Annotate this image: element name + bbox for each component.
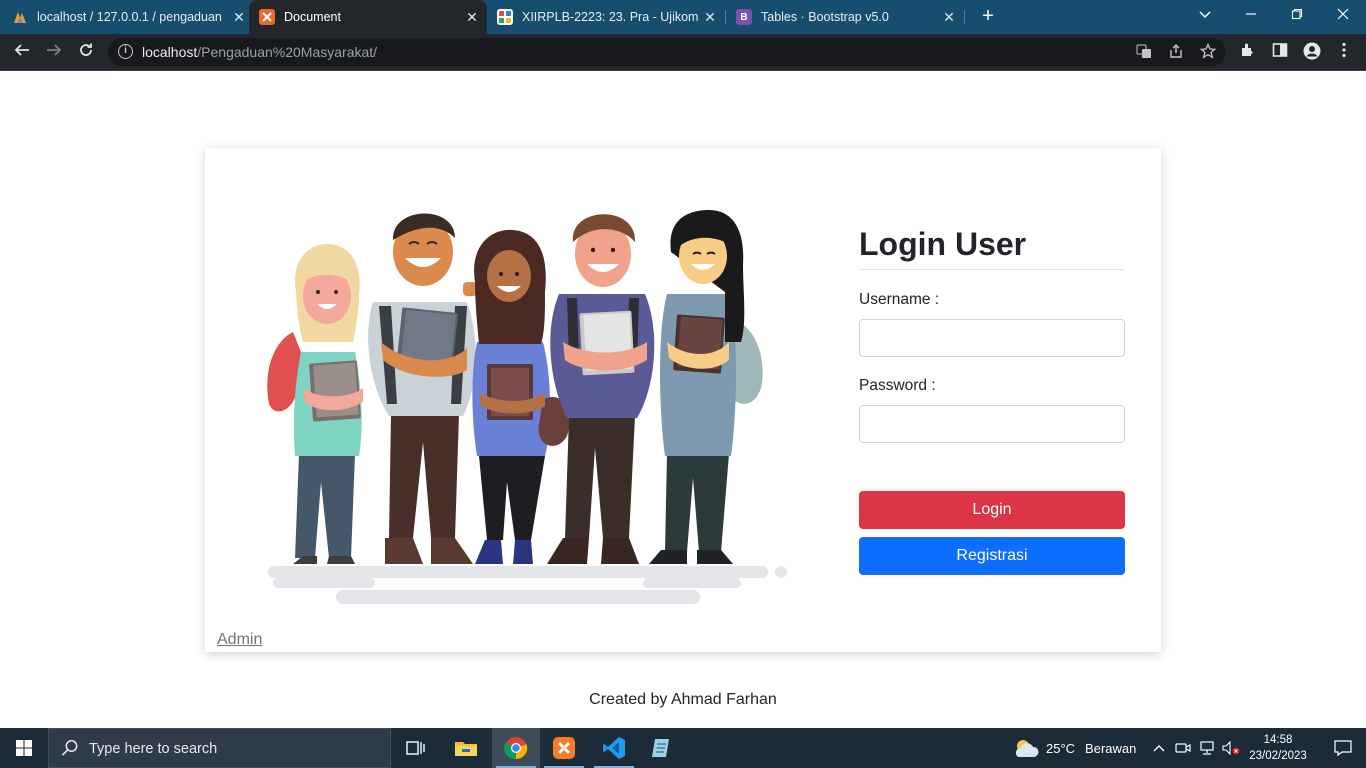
new-tab-button[interactable]: +	[976, 4, 1000, 28]
show-hidden-icons-button[interactable]	[1150, 728, 1168, 768]
bookmark-star-icon[interactable]	[1199, 42, 1217, 61]
tab-separator	[725, 10, 726, 24]
chevron-down-icon	[1199, 11, 1211, 19]
profile-icon[interactable]	[1302, 42, 1322, 62]
vscode-icon[interactable]	[590, 728, 638, 768]
restore-icon	[1291, 8, 1303, 20]
password-label: Password :	[859, 377, 936, 394]
search-placeholder: Type here to search	[89, 741, 218, 757]
taskbar-search[interactable]: Type here to search	[48, 728, 391, 768]
browser-toolbar: i localhost/Pengaduan%20Masyarakat/	[0, 34, 1366, 71]
tab-phpmyadmin[interactable]: localhost / 127.0.0.1 / pengaduan ✕	[12, 0, 248, 34]
arrow-right-icon	[47, 44, 62, 56]
address-bar[interactable]: i localhost/Pengaduan%20Masyarakat/	[108, 38, 1226, 66]
site-info-icon[interactable]: i	[118, 44, 133, 59]
tab-search-button[interactable]	[1182, 0, 1228, 32]
cloudy-weather-icon	[1015, 740, 1039, 757]
students-illustration	[267, 210, 787, 604]
tab-title: Document	[284, 10, 341, 24]
bootstrap-icon: B	[736, 9, 752, 25]
meet-now-icon[interactable]	[1174, 728, 1192, 768]
username-label: Username :	[859, 291, 940, 308]
system-clock[interactable]: 14:58 23/02/2023	[1236, 732, 1320, 764]
tab-separator	[964, 10, 965, 24]
close-window-button[interactable]	[1320, 0, 1366, 32]
chrome-icon[interactable]	[492, 728, 540, 768]
tab-moodle[interactable]: XIIRPLB-2223: 23. Pra - Ujikom 12 ✕	[497, 0, 719, 34]
admin-link[interactable]: Admin	[217, 631, 262, 649]
close-tab-icon[interactable]: ✕	[701, 9, 719, 26]
start-button[interactable]	[0, 728, 48, 768]
login-button[interactable]: Login	[859, 491, 1125, 529]
tab-title: XIIRPLB-2223: 23. Pra - Ujikom 12	[522, 10, 701, 24]
browser-tab-strip: localhost / 127.0.0.1 / pengaduan ✕ Docu…	[0, 0, 1366, 34]
close-tab-icon[interactable]: ✕	[230, 9, 248, 26]
password-input[interactable]	[859, 405, 1125, 443]
url-path: /Pengaduan%20Masyarakat/	[197, 44, 378, 60]
translate-icon[interactable]	[1135, 43, 1153, 61]
arrow-left-icon	[14, 44, 29, 56]
minimize-icon	[1246, 13, 1256, 15]
reload-button[interactable]	[72, 38, 100, 66]
windows-logo-icon	[16, 740, 32, 756]
close-tab-icon[interactable]: ✕	[463, 9, 481, 26]
weather-condition: Berawan	[1085, 740, 1137, 756]
notification-icon	[1334, 740, 1352, 756]
moodle-icon	[497, 9, 513, 25]
address-url: localhost/Pengaduan%20Masyarakat/	[142, 44, 377, 60]
notepad-icon[interactable]	[638, 728, 686, 768]
username-input[interactable]	[859, 319, 1125, 357]
task-view-icon[interactable]	[392, 728, 440, 768]
close-icon	[1337, 8, 1349, 20]
tab-title: Tables · Bootstrap v5.0	[761, 10, 889, 24]
chevron-up-icon	[1153, 745, 1165, 752]
windows-taskbar: Type here to search 25°C Berawan 14:58 2…	[0, 728, 1366, 768]
network-icon[interactable]	[1198, 728, 1216, 768]
page-title: Login User	[859, 226, 1027, 262]
xampp-icon[interactable]	[540, 728, 588, 768]
clock-time: 14:58	[1263, 734, 1293, 746]
close-tab-icon[interactable]: ✕	[940, 9, 958, 26]
tab-document[interactable]: Document ✕	[249, 0, 487, 34]
title-divider	[859, 269, 1124, 270]
side-panel-icon[interactable]	[1270, 42, 1290, 62]
login-card: Login User Username : Password : Login R…	[205, 148, 1161, 652]
weather-widget[interactable]: 25°C Berawan	[1012, 728, 1136, 768]
notifications-button[interactable]	[1320, 728, 1366, 768]
menu-kebab-icon[interactable]	[1334, 42, 1354, 62]
minimize-button[interactable]	[1228, 0, 1274, 32]
clock-date: 23/02/2023	[1249, 750, 1307, 762]
weather-temp: 25°C	[1046, 740, 1076, 756]
tab-bootstrap[interactable]: B Tables · Bootstrap v5.0 ✕	[736, 0, 958, 34]
file-explorer-icon[interactable]	[442, 728, 490, 768]
reload-icon	[80, 43, 92, 56]
tab-title: localhost / 127.0.0.1 / pengaduan	[37, 10, 222, 24]
register-button[interactable]: Registrasi	[859, 537, 1125, 575]
back-button[interactable]	[8, 38, 36, 66]
share-icon[interactable]	[1167, 43, 1185, 61]
search-icon	[61, 740, 78, 756]
url-host: localhost	[142, 44, 198, 60]
xampp-icon	[259, 9, 275, 25]
forward-button[interactable]	[40, 38, 68, 66]
footer-credit: Created by Ahmad Farhan	[589, 691, 777, 708]
restore-button[interactable]	[1274, 0, 1320, 32]
extensions-icon[interactable]	[1238, 42, 1258, 62]
phpmyadmin-icon	[12, 9, 28, 25]
